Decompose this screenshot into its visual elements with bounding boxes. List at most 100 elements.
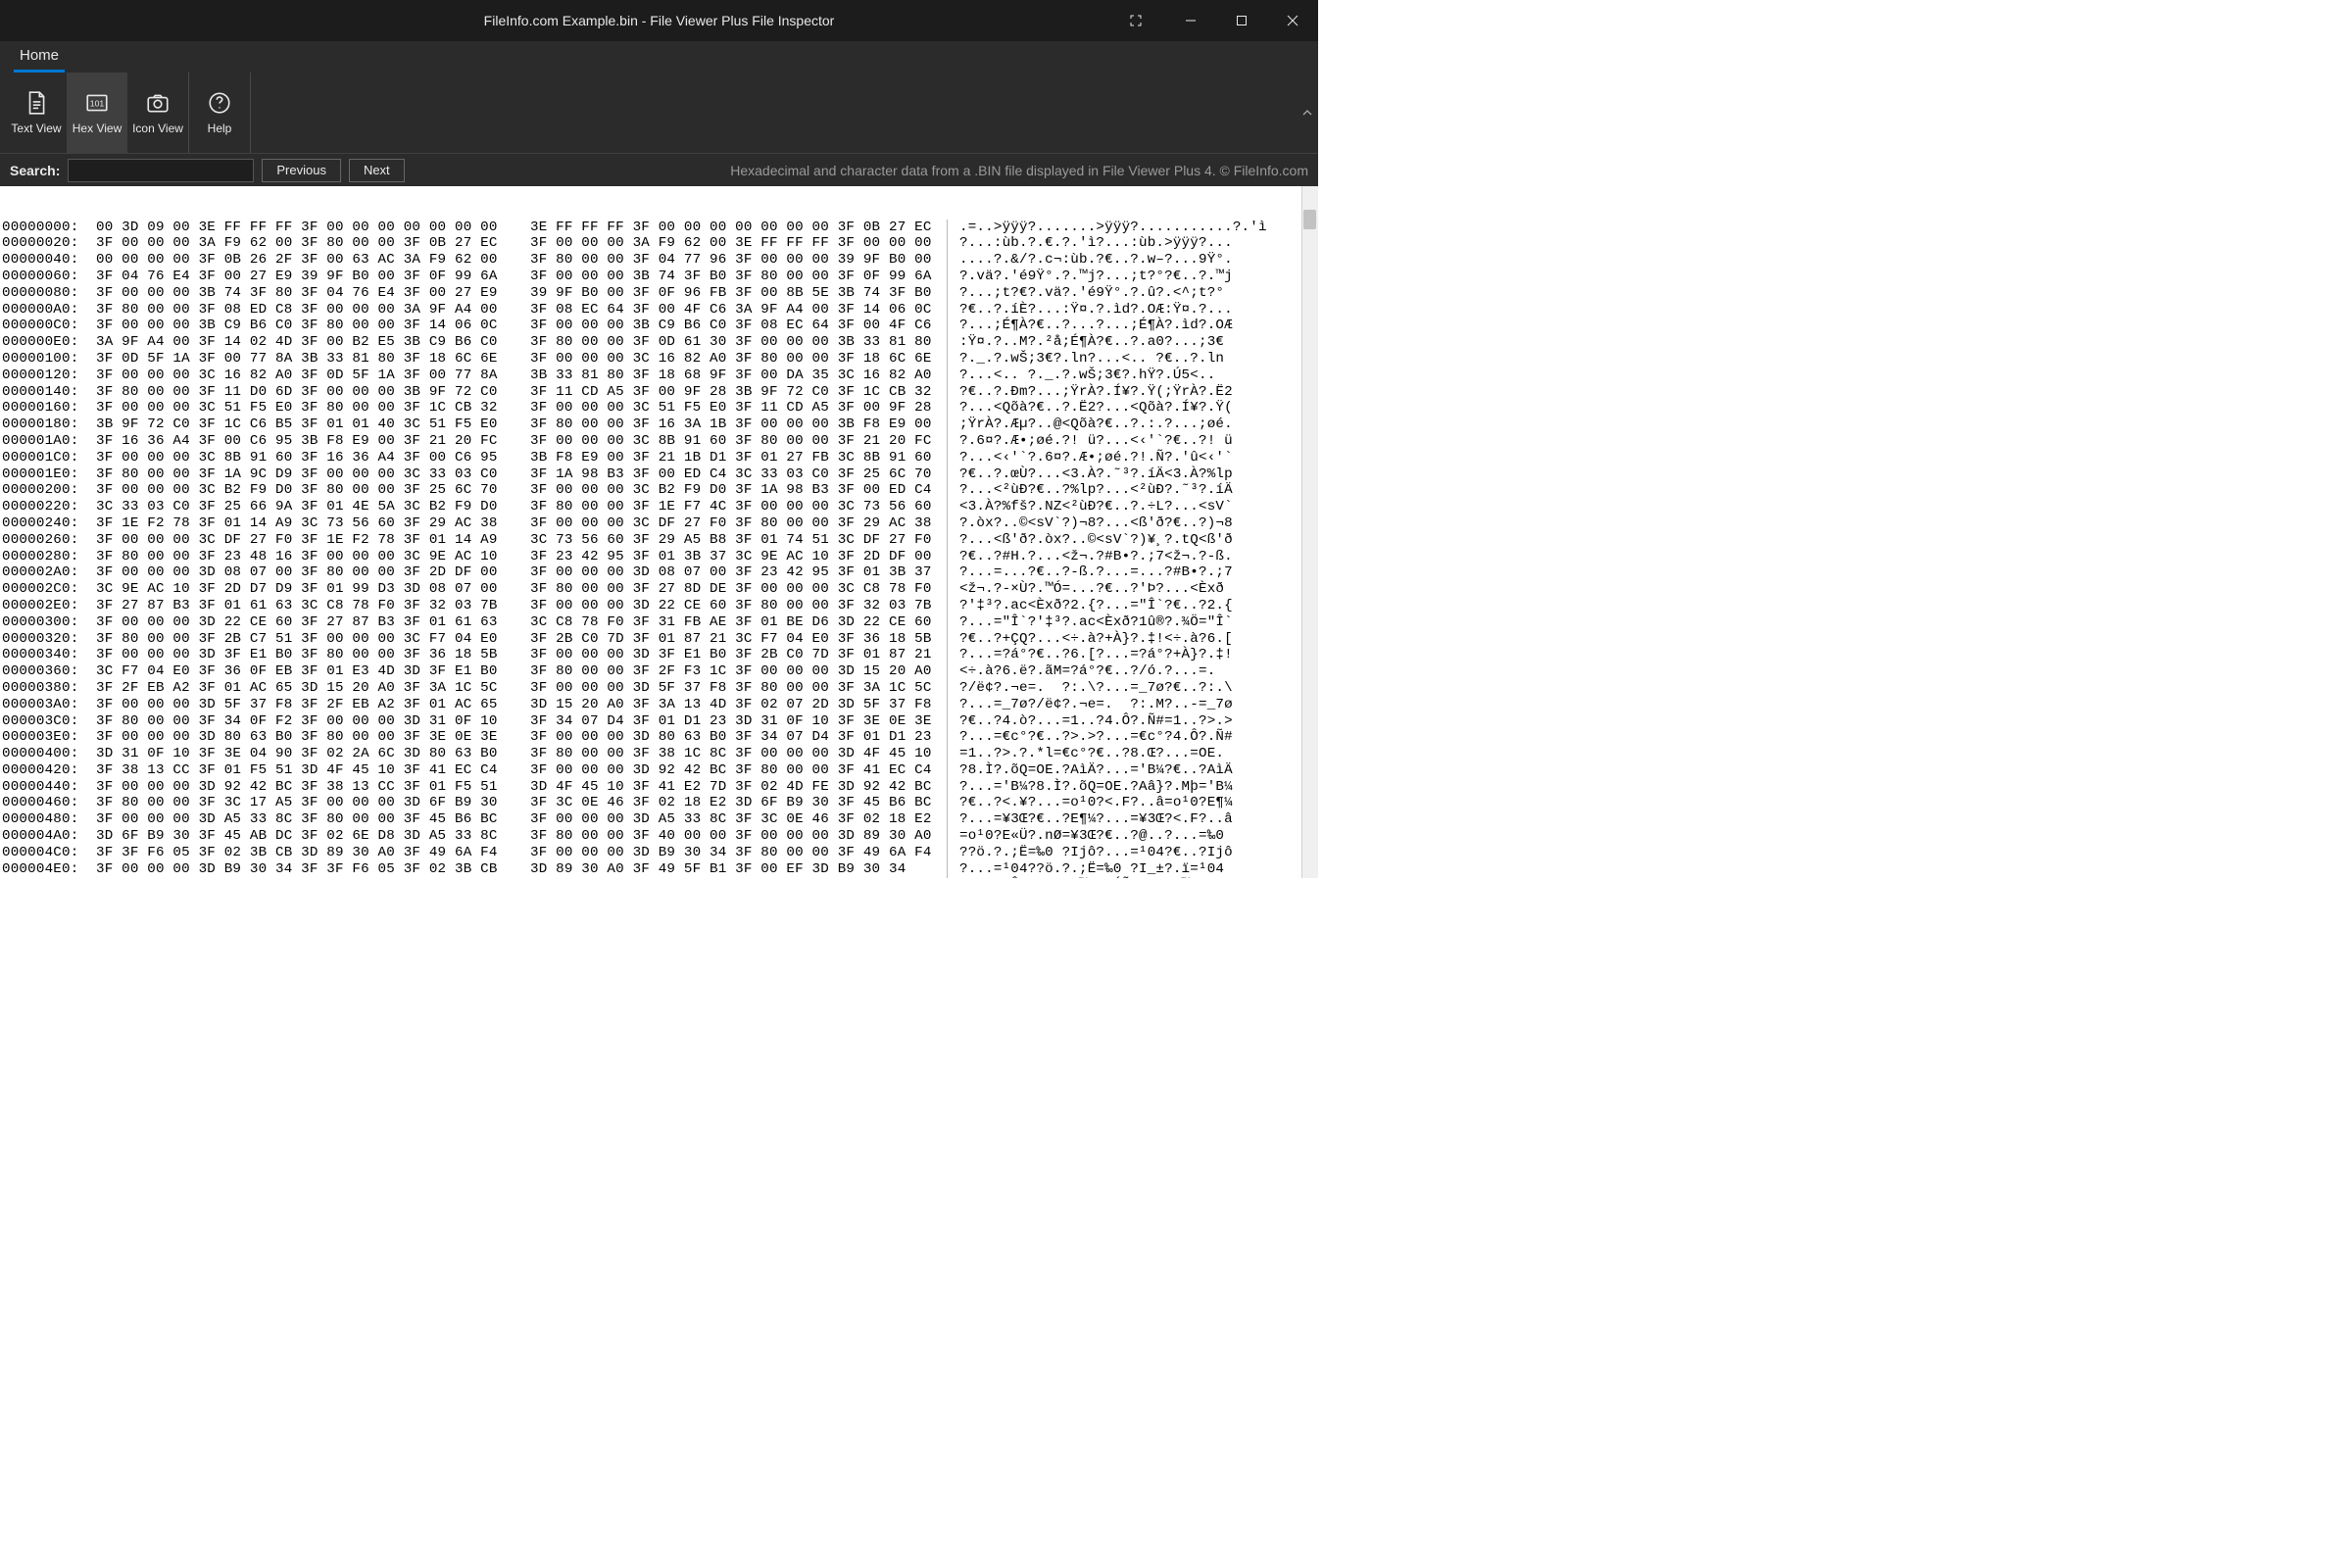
- ascii-cell: ?._.?.wŠ;3€?.ln?...<.. ?€..?.ln: [947, 351, 1318, 368]
- hex-cell: 3F 00 00 00 3C B2 F9 D0 3F 1A 98 B3 3F 0…: [523, 482, 947, 499]
- ascii-cell: ?...<Qõà?€..?.Ë2?...<Qõà?.Í¥?.Ÿ(: [947, 400, 1318, 416]
- hex-cell: 3F 00 00 00 3D 92 42 BC 3F 80 00 00 3F 4…: [523, 762, 947, 779]
- ascii-cell: ?...=¥3Œ?€..?E¶¼?...=¥3Œ?<.F?..â: [947, 811, 1318, 828]
- hex-cell: 3F 43 C9 D1 3F 02 5E 02 3D 9B 99 48 3F 4…: [523, 877, 947, 878]
- scrollbar[interactable]: [1301, 186, 1318, 878]
- hex-row: 000002E0:3F 27 87 B3 3F 01 61 63 3C C8 7…: [0, 598, 1318, 614]
- hex-cell: 3F 80 00 00 3F 34 0F F2 3F 00 00 00 3D 3…: [90, 713, 523, 730]
- hex-view-button[interactable]: 101 Hex View: [67, 73, 127, 153]
- offset-cell: 00000380:: [0, 680, 90, 697]
- next-button[interactable]: Next: [349, 159, 405, 182]
- offset-cell: 00000360:: [0, 663, 90, 680]
- hex-cell: 3F 80 00 00 3F 11 D0 6D 3F 00 00 00 3B 9…: [90, 384, 523, 401]
- offset-cell: 000004A0:: [0, 828, 90, 845]
- hex-cell: 3F 80 00 00 3F 16 3A 1B 3F 00 00 00 3B F…: [523, 416, 947, 433]
- offset-cell: 00000420:: [0, 762, 90, 779]
- hex-row: 00000400:3D 31 0F 10 3F 3E 04 90 3F 02 2…: [0, 746, 1318, 762]
- ascii-cell: ?...=¹04??ö.?.;Ë=‰0 ?I_±?.ï=¹04: [947, 861, 1318, 878]
- hex-cell: 3F 00 00 00 3A F9 62 00 3E FF FF FF 3F 0…: [523, 235, 947, 252]
- camera-icon: [145, 90, 171, 116]
- ascii-cell: ?€..?4.ò?...=1..?4.Ô?.Ñ#=1..?>.>: [947, 713, 1318, 730]
- search-label: Search:: [10, 163, 60, 178]
- ascii-cell: ?8.Ì?.õQ=OE.?AìÄ?...='B¼?€..?AìÄ: [947, 762, 1318, 779]
- hex-cell: 3C 73 56 60 3F 29 A5 B8 3F 01 74 51 3C D…: [523, 532, 947, 549]
- hex-cell: 3F 2F EB A2 3F 01 AC 65 3D 15 20 A0 3F 3…: [90, 680, 523, 697]
- text-view-button[interactable]: Text View: [6, 73, 67, 153]
- hex-cell: 3D 15 20 A0 3F 3A 13 4D 3F 02 07 2D 3D 5…: [523, 697, 947, 713]
- close-icon: [1287, 15, 1298, 26]
- hex-cell: 00 00 00 00 3F 0B 26 2F 3F 00 63 AC 3A F…: [90, 252, 523, 269]
- fullscreen-button[interactable]: [1110, 0, 1161, 41]
- hex-cell: 3F 80 00 00 3F 04 77 96 3F 00 00 00 39 9…: [523, 252, 947, 269]
- scrollbar-thumb[interactable]: [1303, 210, 1316, 229]
- hex-cell: 3F 00 00 00 3D 80 63 B0 3F 80 00 00 3F 3…: [90, 729, 523, 746]
- ascii-cell: ;ŸrÀ?.Æµ?..@<Qõà?€..?.:.?...;øé.: [947, 416, 1318, 433]
- offset-cell: 00000100:: [0, 351, 90, 368]
- hex-cell: 3F 00 00 00 3D A5 33 8C 3F 3C 0E 46 3F 0…: [523, 811, 947, 828]
- menu-home[interactable]: Home: [14, 43, 65, 73]
- hex-row: 00000320:3F 80 00 00 3F 2B C7 51 3F 00 0…: [0, 631, 1318, 648]
- hex-cell: 3F 00 00 00 3C DF 27 F0 3F 80 00 00 3F 2…: [523, 515, 947, 532]
- ascii-cell: ....?.&/?.c¬:ùb.?€..?.w–?...9Ÿ°.: [947, 252, 1318, 269]
- ascii-cell: ?€..?.œÙ?...<3.À?.˜³?.íÄ<3.À?%lp: [947, 466, 1318, 483]
- search-input[interactable]: [68, 159, 254, 182]
- watermark-text: Hexadecimal and character data from a .B…: [730, 163, 1308, 178]
- hex-row: 000003A0:3F 00 00 00 3D 5F 37 F8 3F 2F E…: [0, 697, 1318, 713]
- hex-cell: 3F 00 00 00 3D 3F E1 B0 3F 80 00 00 3F 3…: [90, 647, 523, 663]
- hex-icon: 101: [84, 90, 110, 116]
- hex-row: 00000460:3F 80 00 00 3F 3C 17 A5 3F 00 0…: [0, 795, 1318, 811]
- hex-row: 00000100:3F 0D 5F 1A 3F 00 77 8A 3B 33 8…: [0, 351, 1318, 368]
- hex-cell: 3F 80 00 00 3F 0D 61 30 3F 00 00 00 3B 3…: [523, 334, 947, 351]
- hex-cell: 3F 80 00 00 3F 1E F7 4C 3F 00 00 00 3C 7…: [523, 499, 947, 515]
- hex-cell: 3B 9F 72 C0 3F 1C C6 B5 3F 01 01 40 3C 5…: [90, 416, 523, 433]
- hex-cell: 3F 34 07 D4 3F 01 D1 23 3D 31 0F 10 3F 3…: [523, 713, 947, 730]
- minimize-icon: [1185, 15, 1197, 26]
- previous-button[interactable]: Previous: [262, 159, 341, 182]
- hex-cell: 3A 9F A4 00 3F 14 02 4D 3F 00 B2 E5 3B C…: [90, 334, 523, 351]
- minimize-button[interactable]: [1165, 0, 1216, 41]
- collapse-ribbon-button[interactable]: [1302, 107, 1312, 119]
- ascii-cell: ?...=€c°?€..?>.>?...=€c°?4.Ô?.Ñ#: [947, 729, 1318, 746]
- offset-cell: 000000E0:: [0, 334, 90, 351]
- hex-cell: 3F 00 00 00 3D A5 33 8C 3F 80 00 00 3F 4…: [90, 811, 523, 828]
- hex-cell: 3F 80 00 00 3F 2B C7 51 3F 00 00 00 3C F…: [90, 631, 523, 648]
- hex-cell: 3F 3C 0E 46 3F 02 18 E2 3D 6F B9 30 3F 4…: [523, 795, 947, 811]
- hex-cell: 3F 00 00 00 3C 51 F5 E0 3F 80 00 00 3F 1…: [90, 400, 523, 416]
- offset-cell: 000002A0:: [0, 564, 90, 581]
- hex-cell: 3F 00 00 00 3C 8B 91 60 3F 80 00 00 3F 2…: [523, 433, 947, 450]
- menu-bar: Home: [0, 41, 1318, 73]
- offset-cell: 000001C0:: [0, 450, 90, 466]
- ascii-cell: ?'‡³?.ac<Èxð?2.{?...="Î`?€..?2.{: [947, 598, 1318, 614]
- hex-cell: 3F 00 00 00 3D B9 30 34 3F 80 00 00 3F 4…: [523, 845, 947, 861]
- offset-cell: 00000180:: [0, 416, 90, 433]
- ascii-cell: <ž¬.?-×Ù?.™Ó=...?€..?'Þ?...<Èxð: [947, 581, 1318, 598]
- hex-cell: 3D 4F 45 10 3F 41 E2 7D 3F 02 4D FE 3D 9…: [523, 779, 947, 796]
- close-button[interactable]: [1267, 0, 1318, 41]
- offset-cell: 00000020:: [0, 235, 90, 252]
- hex-row: 00000180:3B 9F 72 C0 3F 1C C6 B5 3F 01 0…: [0, 416, 1318, 433]
- offset-cell: 00000480:: [0, 811, 90, 828]
- hex-cell: 3F 2B C0 7D 3F 01 87 21 3C F7 04 E0 3F 3…: [523, 631, 947, 648]
- ascii-cell: =o¹0?E«Ü?.nØ=¥3Œ?€..?@..?...=‰0: [947, 828, 1318, 845]
- hex-cell: 3B 33 81 80 3F 18 68 9F 3F 00 DA 35 3C 1…: [523, 368, 947, 384]
- ascii-cell: <3.À?%fš?.NZ<²ùÐ?€..?.÷L?...<sV`: [947, 499, 1318, 515]
- hex-cell: 3F 0D 5F 1A 3F 00 77 8A 3B 33 81 80 3F 1…: [90, 351, 523, 368]
- hex-cell: 3F 80 00 00 3F 3C 17 A5 3F 00 00 00 3D 6…: [90, 795, 523, 811]
- offset-cell: 00000040:: [0, 252, 90, 269]
- offset-cell: 000004C0:: [0, 845, 90, 861]
- hex-cell: 3F 80 00 00 3F 43 D4 65 3F 00 00 00 3D 9…: [90, 877, 523, 878]
- hex-cell: 3F 38 13 CC 3F 01 F5 51 3D 4F 45 10 3F 4…: [90, 762, 523, 779]
- hex-row: 000001C0:3F 00 00 00 3C 8B 91 60 3F 16 3…: [0, 450, 1318, 466]
- offset-cell: 00000160:: [0, 400, 90, 416]
- hex-cell: 39 9F B0 00 3F 0F 96 FB 3F 00 8B 5E 3B 7…: [523, 285, 947, 302]
- hex-cell: 3F 00 00 00 3D 08 07 00 3F 23 42 95 3F 0…: [523, 564, 947, 581]
- maximize-button[interactable]: [1216, 0, 1267, 41]
- icon-view-button[interactable]: Icon View: [127, 73, 188, 153]
- offset-cell: 00000320:: [0, 631, 90, 648]
- ascii-cell: ?/ë¢?.¬e=. ?:.\?...=_7ø?€..?:.\: [947, 680, 1318, 697]
- help-button[interactable]: Help: [189, 73, 250, 153]
- hex-cell: 3F 00 00 00 3B C9 B6 C0 3F 80 00 00 3F 1…: [90, 318, 523, 334]
- offset-cell: 00000240:: [0, 515, 90, 532]
- ascii-cell: :Ÿ¤.?..M?.²å;É¶À?€..?.a0?...;3€: [947, 334, 1318, 351]
- hex-view-label: Hex View: [73, 122, 122, 135]
